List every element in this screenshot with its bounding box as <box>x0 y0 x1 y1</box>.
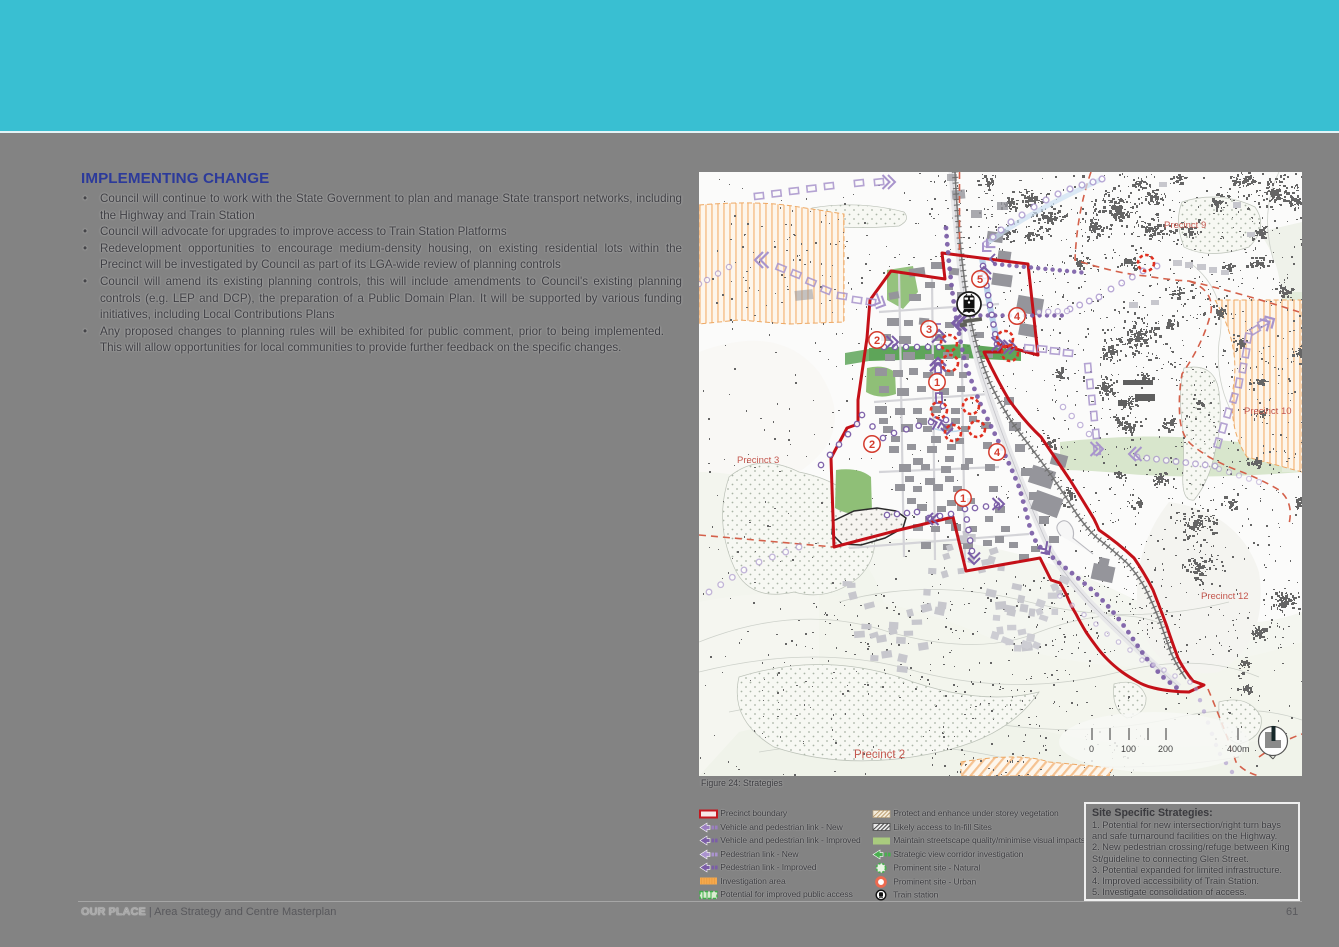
svg-text:3: 3 <box>926 324 932 336</box>
svg-text:5: 5 <box>977 274 983 286</box>
svg-text:4: 4 <box>1014 311 1021 323</box>
svg-text:0: 0 <box>1089 744 1094 754</box>
svg-text:1: 1 <box>960 493 966 505</box>
svg-text:Precinct 3: Precinct 3 <box>737 455 779 466</box>
svg-text:Precinct 2: Precinct 2 <box>854 749 905 761</box>
svg-text:400m: 400m <box>1227 744 1250 754</box>
svg-text:100: 100 <box>1121 744 1136 754</box>
svg-text:Precinct 10: Precinct 10 <box>1244 406 1292 417</box>
svg-text:Precinct 9: Precinct 9 <box>1164 220 1206 231</box>
svg-text:2: 2 <box>874 335 880 347</box>
svg-text:2: 2 <box>869 439 875 451</box>
svg-text:4: 4 <box>994 447 1001 459</box>
svg-text:1: 1 <box>934 377 940 389</box>
svg-text:200: 200 <box>1158 744 1173 754</box>
svg-text:Precinct 12: Precinct 12 <box>1201 591 1249 602</box>
